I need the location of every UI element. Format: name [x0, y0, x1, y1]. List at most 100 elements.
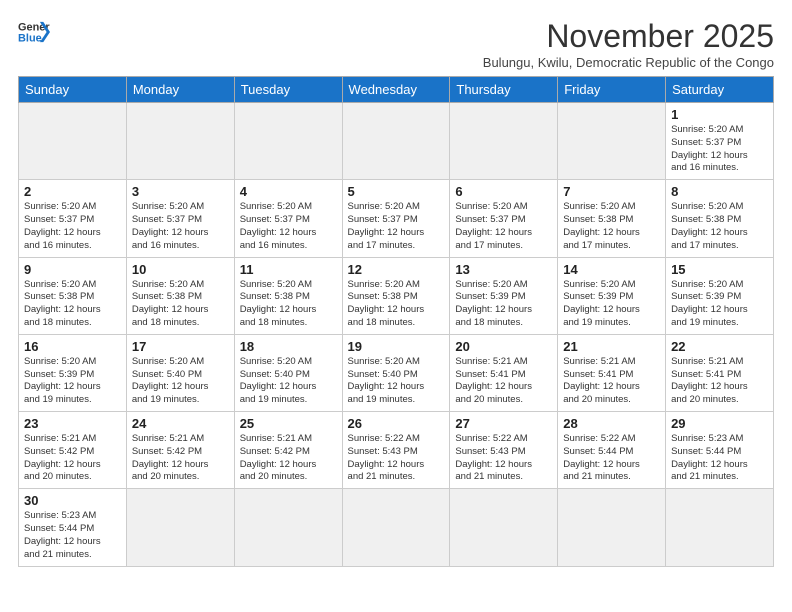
day-number: 18	[240, 339, 337, 354]
calendar-cell: 11 Sunrise: 5:20 AM Sunset: 5:38 PM Dayli…	[234, 257, 342, 334]
day-number: 14	[563, 262, 660, 277]
day-number: 15	[671, 262, 768, 277]
day-number: 2	[24, 184, 121, 199]
subtitle: Bulungu, Kwilu, Democratic Republic of t…	[483, 55, 774, 70]
day-number: 26	[348, 416, 445, 431]
day-number: 7	[563, 184, 660, 199]
calendar-cell: 12 Sunrise: 5:20 AM Sunset: 5:38 PM Dayli…	[342, 257, 450, 334]
calendar-cell: 6Sunrise: 5:20 AM Sunset: 5:37 PM Daylig…	[450, 180, 558, 257]
calendar-cell: 8Sunrise: 5:20 AM Sunset: 5:38 PM Daylig…	[666, 180, 774, 257]
calendar-week-3: 16Sunrise: 5:20 AM Sunset: 5:39 PM Dayli…	[19, 334, 774, 411]
title-block: November 2025 Bulungu, Kwilu, Democratic…	[483, 18, 774, 70]
day-info: Sunrise: 5:20 AM Sunset: 5:40 PM Dayligh…	[348, 356, 445, 407]
calendar-cell: 9Sunrise: 5:20 AM Sunset: 5:38 PM Daylig…	[19, 257, 127, 334]
calendar-cell: 13Sunrise: 5:20 AM Sunset: 5:39 PM Dayli…	[450, 257, 558, 334]
day-info: Sunrise: 5:20 AM Sunset: 5:39 PM Dayligh…	[671, 279, 768, 330]
day-number: 25	[240, 416, 337, 431]
calendar-cell	[19, 103, 127, 180]
month-title: November 2025	[483, 18, 774, 55]
calendar-week-4: 23 Sunrise: 5:21 AM Sunset: 5:42 PM Dayli…	[19, 412, 774, 489]
calendar-cell: 7 Sunrise: 5:20 AM Sunset: 5:38 PM Daylig…	[558, 180, 666, 257]
day-number: 10	[132, 262, 229, 277]
day-number: 6	[455, 184, 552, 199]
calendar-cell: 23 Sunrise: 5:21 AM Sunset: 5:42 PM Dayli…	[19, 412, 127, 489]
day-number: 27	[455, 416, 552, 431]
calendar-week-0: 1Sunrise: 5:20 AM Sunset: 5:37 PM Daylig…	[19, 103, 774, 180]
header: General Blue November 2025 Bulungu, Kwil…	[18, 18, 774, 70]
svg-text:Blue: Blue	[18, 32, 42, 44]
calendar-header: Sunday Monday Tuesday Wednesday Thursday…	[19, 77, 774, 103]
calendar-week-1: 2 Sunrise: 5:20 AM Sunset: 5:37 PM Daylig…	[19, 180, 774, 257]
day-info: Sunrise: 5:23 AM Sunset: 5:44 PM Dayligh…	[671, 433, 768, 484]
col-wednesday: Wednesday	[342, 77, 450, 103]
calendar-cell	[234, 489, 342, 566]
calendar-cell	[450, 103, 558, 180]
day-info: Sunrise: 5:20 AM Sunset: 5:40 PM Dayligh…	[240, 356, 337, 407]
col-tuesday: Tuesday	[234, 77, 342, 103]
calendar-cell	[558, 489, 666, 566]
col-friday: Friday	[558, 77, 666, 103]
calendar-body: 1Sunrise: 5:20 AM Sunset: 5:37 PM Daylig…	[19, 103, 774, 567]
col-monday: Monday	[126, 77, 234, 103]
calendar-cell: 2 Sunrise: 5:20 AM Sunset: 5:37 PM Daylig…	[19, 180, 127, 257]
day-info: Sunrise: 5:20 AM Sunset: 5:39 PM Dayligh…	[563, 279, 660, 330]
day-info: Sunrise: 5:21 AM Sunset: 5:41 PM Dayligh…	[671, 356, 768, 407]
day-info: Sunrise: 5:21 AM Sunset: 5:41 PM Dayligh…	[455, 356, 552, 407]
day-info: Sunrise: 5:22 AM Sunset: 5:44 PM Dayligh…	[563, 433, 660, 484]
day-number: 4	[240, 184, 337, 199]
day-number: 5	[348, 184, 445, 199]
day-info: Sunrise: 5:21 AM Sunset: 5:42 PM Dayligh…	[132, 433, 229, 484]
calendar-cell: 17 Sunrise: 5:20 AM Sunset: 5:40 PM Dayli…	[126, 334, 234, 411]
day-info: Sunrise: 5:20 AM Sunset: 5:38 PM Dayligh…	[24, 279, 121, 330]
day-number: 30	[24, 493, 121, 508]
day-number: 22	[671, 339, 768, 354]
calendar-cell: 24Sunrise: 5:21 AM Sunset: 5:42 PM Dayli…	[126, 412, 234, 489]
calendar-cell: 22 Sunrise: 5:21 AM Sunset: 5:41 PM Dayli…	[666, 334, 774, 411]
page: General Blue November 2025 Bulungu, Kwil…	[0, 0, 792, 577]
calendar-cell: 30 Sunrise: 5:23 AM Sunset: 5:44 PM Dayli…	[19, 489, 127, 566]
day-number: 12	[348, 262, 445, 277]
day-number: 29	[671, 416, 768, 431]
calendar-cell	[666, 489, 774, 566]
col-thursday: Thursday	[450, 77, 558, 103]
day-info: Sunrise: 5:22 AM Sunset: 5:43 PM Dayligh…	[455, 433, 552, 484]
calendar-cell: 27 Sunrise: 5:22 AM Sunset: 5:43 PM Dayli…	[450, 412, 558, 489]
day-info: Sunrise: 5:23 AM Sunset: 5:44 PM Dayligh…	[24, 510, 121, 561]
calendar-cell: 14 Sunrise: 5:20 AM Sunset: 5:39 PM Dayli…	[558, 257, 666, 334]
day-number: 20	[455, 339, 552, 354]
calendar-cell: 4 Sunrise: 5:20 AM Sunset: 5:37 PM Daylig…	[234, 180, 342, 257]
day-info: Sunrise: 5:20 AM Sunset: 5:40 PM Dayligh…	[132, 356, 229, 407]
calendar-cell: 28 Sunrise: 5:22 AM Sunset: 5:44 PM Dayli…	[558, 412, 666, 489]
calendar: Sunday Monday Tuesday Wednesday Thursday…	[18, 76, 774, 567]
day-number: 17	[132, 339, 229, 354]
calendar-cell	[126, 103, 234, 180]
day-number: 23	[24, 416, 121, 431]
day-info: Sunrise: 5:20 AM Sunset: 5:37 PM Dayligh…	[240, 201, 337, 252]
day-info: Sunrise: 5:20 AM Sunset: 5:39 PM Dayligh…	[24, 356, 121, 407]
day-info: Sunrise: 5:20 AM Sunset: 5:38 PM Dayligh…	[348, 279, 445, 330]
calendar-cell	[126, 489, 234, 566]
day-info: Sunrise: 5:21 AM Sunset: 5:42 PM Dayligh…	[24, 433, 121, 484]
calendar-cell: 18 Sunrise: 5:20 AM Sunset: 5:40 PM Dayli…	[234, 334, 342, 411]
calendar-cell	[342, 489, 450, 566]
day-info: Sunrise: 5:20 AM Sunset: 5:37 PM Dayligh…	[24, 201, 121, 252]
calendar-cell: 26Sunrise: 5:22 AM Sunset: 5:43 PM Dayli…	[342, 412, 450, 489]
day-info: Sunrise: 5:20 AM Sunset: 5:38 PM Dayligh…	[563, 201, 660, 252]
calendar-cell: 19 Sunrise: 5:20 AM Sunset: 5:40 PM Dayli…	[342, 334, 450, 411]
day-info: Sunrise: 5:20 AM Sunset: 5:37 PM Dayligh…	[348, 201, 445, 252]
calendar-cell: 5 Sunrise: 5:20 AM Sunset: 5:37 PM Daylig…	[342, 180, 450, 257]
calendar-cell: 1Sunrise: 5:20 AM Sunset: 5:37 PM Daylig…	[666, 103, 774, 180]
day-info: Sunrise: 5:21 AM Sunset: 5:42 PM Dayligh…	[240, 433, 337, 484]
calendar-cell	[342, 103, 450, 180]
day-info: Sunrise: 5:20 AM Sunset: 5:38 PM Dayligh…	[240, 279, 337, 330]
day-number: 11	[240, 262, 337, 277]
day-info: Sunrise: 5:20 AM Sunset: 5:38 PM Dayligh…	[132, 279, 229, 330]
generalblue-logo-icon: General Blue	[18, 18, 50, 46]
calendar-cell: 3Sunrise: 5:20 AM Sunset: 5:37 PM Daylig…	[126, 180, 234, 257]
calendar-cell	[558, 103, 666, 180]
day-number: 28	[563, 416, 660, 431]
day-number: 13	[455, 262, 552, 277]
logo: General Blue	[18, 18, 50, 46]
day-number: 19	[348, 339, 445, 354]
calendar-week-2: 9Sunrise: 5:20 AM Sunset: 5:38 PM Daylig…	[19, 257, 774, 334]
